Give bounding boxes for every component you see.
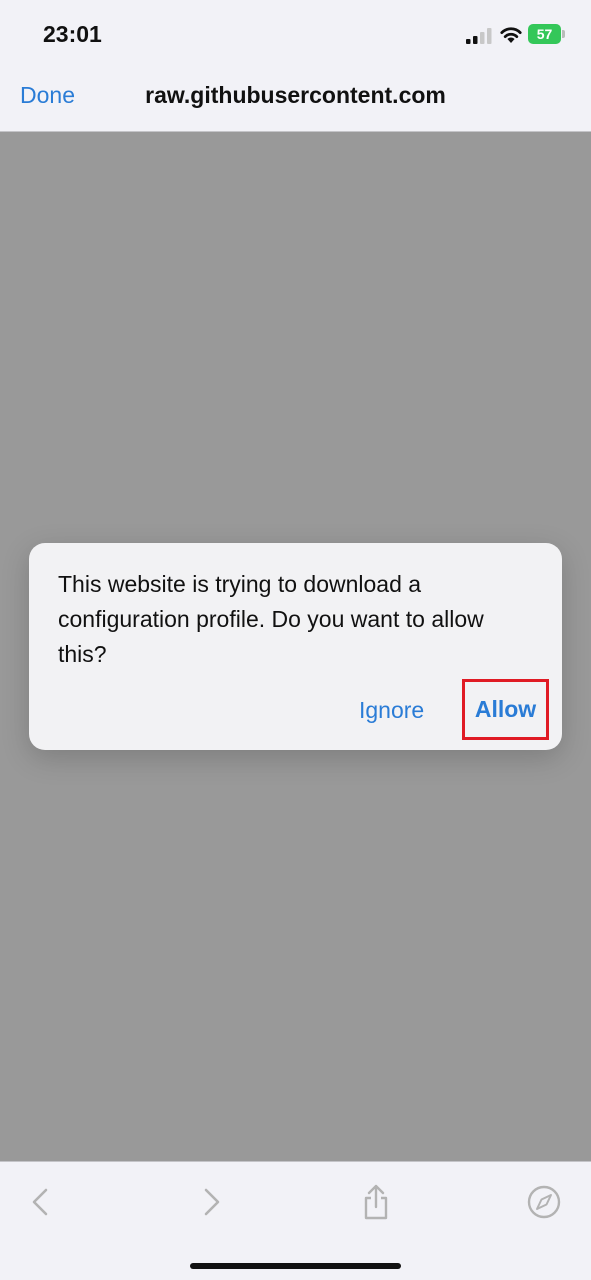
download-profile-alert: This website is trying to download a con… [29, 543, 562, 750]
status-bar: 23:01 57 [0, 0, 591, 68]
signal-icon [466, 28, 492, 44]
battery-cap [562, 30, 565, 38]
compass-icon[interactable] [526, 1184, 562, 1220]
battery-icon: 57 [528, 24, 565, 44]
battery-level: 57 [528, 24, 561, 44]
share-icon[interactable] [358, 1184, 394, 1220]
alert-message: This website is trying to download a con… [58, 571, 484, 667]
allow-button[interactable]: Allow [462, 679, 549, 740]
forward-icon[interactable] [193, 1184, 229, 1220]
back-icon[interactable] [23, 1184, 59, 1220]
nav-bar: Done raw.githubusercontent.com [0, 68, 591, 132]
ignore-button[interactable]: Ignore [359, 697, 424, 724]
status-time: 23:01 [43, 21, 102, 47]
page-title: raw.githubusercontent.com [145, 82, 446, 108]
home-indicator[interactable] [190, 1263, 401, 1269]
wifi-icon [500, 27, 522, 43]
